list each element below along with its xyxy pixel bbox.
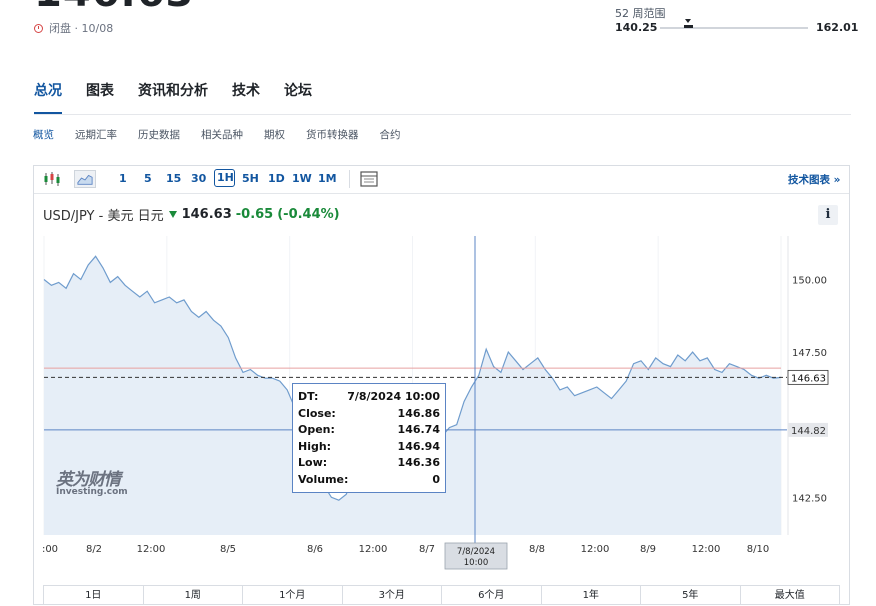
period-1w[interactable]: 1周	[144, 586, 243, 604]
price-chart[interactable]: 150.00 147.50 142.50 :00 8/2 12:00 8/5 8/6 12:0…	[0, 0, 876, 600]
current-price-tag-text: 146.63	[791, 373, 826, 384]
period-max[interactable]: 最大值	[741, 586, 840, 604]
tooltip-value: 0	[432, 472, 440, 486]
tooltip-row: Volume: 0	[298, 473, 440, 490]
x-tick-label: :00	[42, 544, 58, 555]
crosshair-time-text: 10:00	[464, 558, 489, 568]
x-tick-label: 8/9	[640, 544, 656, 555]
x-tick-label: 8/2	[86, 544, 102, 555]
x-tick-label: 8/7	[419, 544, 435, 555]
x-tick-label: 8/5	[220, 544, 236, 555]
tooltip-value: 146.86	[397, 406, 440, 420]
x-tick-label: 12:00	[692, 544, 721, 555]
crosshair-price-tag-text: 144.82	[791, 426, 826, 437]
tooltip-label: High:	[298, 439, 332, 453]
period-1d[interactable]: 1日	[44, 586, 144, 604]
tooltip-label: Low:	[298, 456, 328, 470]
tooltip-label: Close:	[298, 406, 336, 420]
crosshair-date-text: 7/8/2024	[457, 547, 495, 557]
tooltip-value: 146.94	[397, 439, 440, 453]
period-selector: 1日 1周 1个月 3个月 6个月 1年 5年 最大值	[43, 585, 840, 605]
y-tick-label: 147.50	[792, 348, 827, 359]
period-3m[interactable]: 3个月	[343, 586, 442, 604]
tooltip-row: Low: 146.36	[298, 456, 440, 473]
watermark-en: Investing.com	[56, 487, 128, 497]
period-5y[interactable]: 5年	[641, 586, 741, 604]
tooltip-value: 146.36	[397, 456, 440, 470]
x-tick-label: 8/10	[747, 544, 769, 555]
x-tick-label: 8/6	[307, 544, 323, 555]
x-axis: :00 8/2 12:00 8/5 8/6 12:00 8/7 8/8 12:00 8/9 12:0…	[42, 544, 769, 555]
tooltip-value: 7/8/2024 10:00	[347, 390, 440, 403]
x-tick-label: 12:00	[581, 544, 610, 555]
investing-watermark: 英为财情 Investing.com	[56, 465, 128, 497]
period-1m[interactable]: 1个月	[243, 586, 343, 604]
y-tick-label: 150.00	[792, 276, 827, 287]
period-6m[interactable]: 6个月	[442, 586, 542, 604]
period-1y[interactable]: 1年	[542, 586, 641, 604]
x-tick-label: 12:00	[137, 544, 166, 555]
tooltip-row: Close: 146.86	[298, 407, 440, 424]
tooltip-label: Volume:	[298, 472, 349, 486]
x-tick-label: 12:00	[359, 544, 388, 555]
tooltip-label: DT:	[298, 390, 319, 403]
ohlc-tooltip: DT: 7/8/2024 10:00 Close: 146.86 Open: 146.…	[292, 383, 446, 493]
y-tick-label: 142.50	[792, 493, 827, 504]
tooltip-row: DT: 7/8/2024 10:00	[298, 390, 440, 407]
tooltip-value: 146.74	[397, 423, 440, 437]
y-axis: 150.00 147.50 142.50	[787, 236, 827, 535]
tooltip-label: Open:	[298, 423, 335, 437]
x-tick-label: 8/8	[529, 544, 545, 555]
tooltip-row: High: 146.94	[298, 440, 440, 457]
tooltip-row: Open: 146.74	[298, 423, 440, 440]
